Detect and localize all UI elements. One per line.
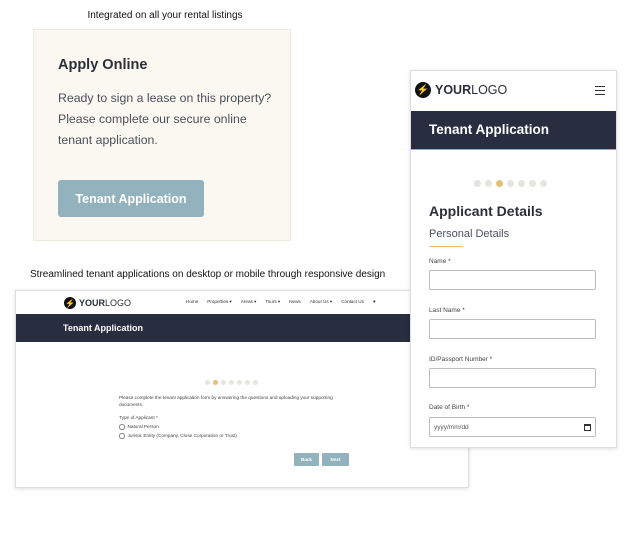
dob-input[interactable]: yyyy/mm/dd	[429, 417, 596, 437]
radio-natural-person[interactable]: Natural Person	[119, 424, 159, 430]
radio-icon	[119, 433, 125, 439]
mobile-mockup: ⚡ YOUR LOGO Tenant Application Applicant …	[410, 70, 617, 448]
nav-about[interactable]: About Us ▾	[310, 299, 332, 305]
logo-text-bold: YOUR	[79, 298, 106, 308]
logo-text-light: LOGO	[471, 83, 508, 97]
progress-dot	[485, 180, 492, 187]
dob-label: Date of Birth *	[429, 404, 470, 411]
progress-dot	[205, 380, 210, 385]
divider	[429, 246, 463, 247]
apply-online-card: Apply Online Ready to sign a lease on th…	[33, 29, 291, 241]
logo-text-bold: YOUR	[435, 83, 472, 97]
desktop-nav: Home Properties ▾ Areas ▾ Tours ▾ News A…	[186, 299, 376, 305]
apply-title: Apply Online	[58, 57, 148, 73]
desktop-banner: Tenant Application	[16, 314, 468, 342]
name-input[interactable]	[429, 270, 596, 290]
progress-dot	[221, 380, 226, 385]
radio-juristic-entity[interactable]: Juristic Entity (Company, Close Corporat…	[119, 433, 237, 439]
desktop-banner-title: Tenant Application	[63, 323, 143, 333]
mobile-banner: Tenant Application	[411, 111, 616, 150]
progress-dot	[496, 180, 503, 187]
desktop-mockup: ⚡ YOUR LOGO Home Properties ▾ Areas ▾ Tou…	[15, 290, 469, 488]
type-label: Type of Applicant *	[119, 415, 158, 420]
calendar-icon[interactable]	[584, 423, 591, 431]
name-label: Name *	[429, 258, 451, 265]
progress-dot	[540, 180, 547, 187]
logo[interactable]: ⚡ YOUR LOGO	[415, 82, 507, 98]
progress-dot	[237, 380, 242, 385]
bolt-icon: ⚡	[64, 297, 76, 309]
heart-icon[interactable]: ♥	[373, 299, 376, 305]
logo-text-light: LOGO	[105, 298, 132, 308]
back-button[interactable]: Back	[294, 453, 319, 466]
last-name-label: Last Name *	[429, 307, 465, 314]
nav-areas[interactable]: Areas ▾	[241, 299, 257, 305]
applicant-details-heading: Applicant Details	[429, 203, 543, 219]
progress-dots	[474, 180, 547, 187]
apply-text: Ready to sign a lease on this property? …	[58, 91, 272, 147]
progress-dot	[229, 380, 234, 385]
bolt-icon: ⚡	[415, 82, 431, 98]
hamburger-menu-icon[interactable]	[595, 86, 605, 98]
progress-dot	[253, 380, 258, 385]
progress-dot	[507, 180, 514, 187]
nav-contact[interactable]: Contact Us	[341, 299, 364, 305]
progress-dot	[474, 180, 481, 187]
logo[interactable]: ⚡ YOUR LOGO	[64, 297, 131, 309]
caption-top: Integrated on all your rental listings	[87, 10, 243, 21]
dob-placeholder: yyyy/mm/dd	[434, 423, 469, 431]
progress-dot	[529, 180, 536, 187]
progress-dot	[518, 180, 525, 187]
intro-text: Please complete the tenant application f…	[119, 395, 333, 407]
progress-dot	[213, 380, 218, 385]
progress-dot	[245, 380, 250, 385]
nav-home[interactable]: Home	[186, 299, 198, 305]
nav-properties[interactable]: Properties ▾	[207, 299, 232, 305]
id-input[interactable]	[429, 368, 596, 388]
personal-details-subheading: Personal Details	[429, 228, 510, 240]
nav-tours[interactable]: Tours ▾	[265, 299, 280, 305]
radio-label: Juristic Entity (Company, Close Corporat…	[127, 433, 237, 439]
caption-middle: Streamlined tenant applications on deskt…	[30, 269, 386, 280]
mobile-banner-title: Tenant Application	[429, 122, 549, 137]
progress-dots	[205, 380, 258, 385]
last-name-input[interactable]	[429, 319, 596, 339]
radio-label: Natural Person	[127, 424, 159, 430]
next-button[interactable]: Next	[322, 453, 349, 466]
nav-news[interactable]: News	[289, 299, 301, 305]
id-label: ID/Passport Number *	[429, 356, 493, 363]
tenant-application-button[interactable]: Tenant Application	[58, 180, 204, 217]
radio-icon	[119, 424, 125, 430]
